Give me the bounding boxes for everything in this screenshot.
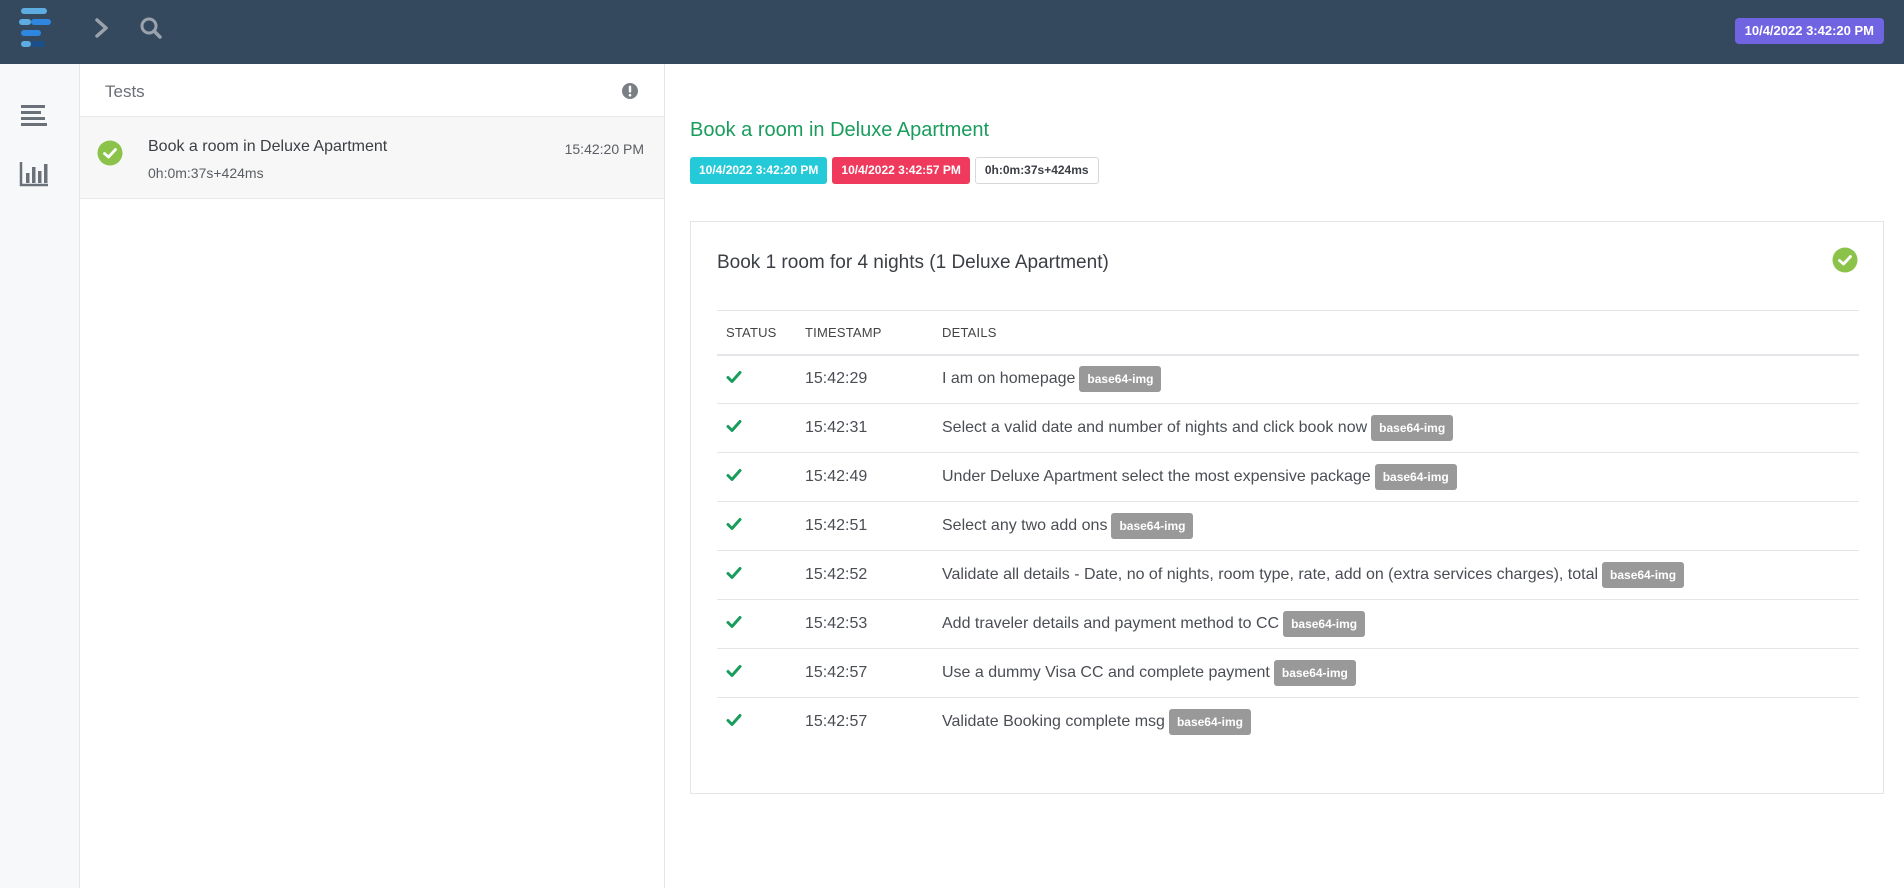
log-row: 15:42:51 Select any two add ons base64-img [717, 501, 1859, 551]
log-timestamp: 15:42:51 [805, 501, 942, 551]
log-details: Add traveler details and payment method … [942, 615, 1280, 633]
node-title: Book 1 room for 4 nights (1 Deluxe Apart… [717, 252, 1109, 273]
check-icon [726, 615, 742, 629]
log-status-cell [717, 403, 805, 453]
log-table-body: 15:42:29 I am on homepage base64-img 15:42:… [717, 354, 1859, 747]
log-row: 15:42:31 Select a valid date and number o… [717, 403, 1859, 453]
screenshot-attachment-badge[interactable]: base64-img [1273, 660, 1356, 686]
log-row: 15:42:57 Use a dummy Visa CC and complete… [717, 648, 1859, 698]
log-details: Select any two add ons [942, 517, 1108, 535]
column-header-timestamp: Timestamp [805, 310, 942, 356]
log-details: Validate all details - Date, no of night… [942, 566, 1599, 584]
log-timestamp: 15:42:29 [805, 354, 942, 404]
log-details: Select a valid date and number of nights… [942, 419, 1368, 437]
log-status-cell [717, 599, 805, 649]
test-node-card: Book 1 room for 4 nights (1 Deluxe Apart… [690, 221, 1884, 794]
log-table-header: Status Timestamp Details [717, 310, 1859, 356]
test-detail: Book a room in Deluxe Apartment 10/4/202… [666, 64, 1904, 888]
column-header-details: Details [942, 310, 1859, 356]
log-table: Status Timestamp Details 15:42:29 I am on… [717, 310, 1859, 747]
test-start-time: 15:42:20 PM [564, 141, 644, 157]
screenshot-attachment-badge[interactable]: base64-img [1111, 513, 1194, 539]
log-timestamp: 15:42:53 [805, 599, 942, 649]
check-icon [726, 419, 742, 433]
check-circle-icon [1832, 247, 1858, 273]
duration-badge: 0h:0m:37s+424ms [974, 157, 1099, 184]
screenshot-attachment-badge[interactable]: base64-img [1374, 464, 1457, 490]
check-icon [726, 566, 742, 580]
test-list-title: Tests [105, 82, 145, 101]
log-status-cell [717, 501, 805, 551]
check-icon [726, 370, 742, 384]
search-icon[interactable] [137, 14, 165, 42]
check-icon [726, 517, 742, 531]
log-timestamp: 15:42:57 [805, 648, 942, 698]
log-details: I am on homepage [942, 370, 1076, 388]
log-row: 15:42:53 Add traveler details and payment… [717, 599, 1859, 649]
log-status-cell [717, 452, 805, 502]
log-details-cell: Select a valid date and number of nights… [942, 403, 1859, 453]
log-row: 15:42:29 I am on homepage base64-img [717, 354, 1859, 404]
log-details-cell: Select any two add ons base64-img [942, 501, 1859, 551]
log-details-cell: Use a dummy Visa CC and complete payment… [942, 648, 1859, 698]
check-icon [726, 468, 742, 482]
test-list-item[interactable]: Book a room in Deluxe Apartment 0h:0m:37… [80, 117, 664, 199]
top-bar: 10/4/2022 3:42:20 PM [0, 0, 1904, 64]
log-status-cell [717, 354, 805, 404]
log-row: 15:42:57 Validate Booking complete msg bas… [717, 698, 1859, 747]
log-details-cell: Add traveler details and payment method … [942, 599, 1859, 649]
check-icon [726, 664, 742, 678]
log-details-cell: Validate all details - Date, no of night… [942, 550, 1859, 600]
log-status-cell [717, 648, 805, 698]
bar-chart-icon[interactable] [19, 160, 49, 188]
list-align-icon[interactable] [19, 101, 49, 129]
test-detail-title: Book a room in Deluxe Apartment [690, 119, 990, 141]
screenshot-attachment-badge[interactable]: base64-img [1371, 415, 1454, 441]
test-list-panel: Tests Book a room in Deluxe Apartment 0h… [80, 64, 665, 888]
test-duration: 0h:0m:37s+424ms [148, 165, 264, 181]
exclamation-circle-icon[interactable] [621, 82, 639, 100]
log-timestamp: 15:42:49 [805, 452, 942, 502]
log-details: Validate Booking complete msg [942, 713, 1165, 731]
log-row: 15:42:52 Validate all details - Date, no … [717, 550, 1859, 600]
chevron-right-icon[interactable] [88, 14, 116, 42]
log-status-cell [717, 698, 805, 747]
log-status-cell [717, 550, 805, 600]
report-date-badge: 10/4/2022 3:42:20 PM [1734, 18, 1884, 44]
log-details: Use a dummy Visa CC and complete payment [942, 664, 1270, 682]
log-row: 15:42:49 Under Deluxe Apartment select th… [717, 452, 1859, 502]
log-details: Under Deluxe Apartment select the most e… [942, 468, 1371, 486]
check-icon [726, 713, 742, 727]
screenshot-attachment-badge[interactable]: base64-img [1079, 366, 1162, 393]
end-time-badge: 10/4/2022 3:42:57 PM [832, 157, 970, 184]
log-details-cell: I am on homepage base64-img [942, 354, 1859, 404]
screenshot-attachment-badge[interactable]: base64-img [1168, 709, 1251, 736]
log-timestamp: 15:42:31 [805, 403, 942, 453]
log-timestamp: 15:42:52 [805, 550, 942, 600]
column-header-status: Status [717, 310, 805, 356]
side-nav [0, 64, 80, 888]
screenshot-attachment-badge[interactable]: base64-img [1283, 611, 1366, 637]
log-timestamp: 15:42:57 [805, 713, 868, 731]
test-name: Book a room in Deluxe Apartment [148, 138, 388, 155]
start-time-badge: 10/4/2022 3:42:20 PM [690, 157, 828, 184]
screenshot-attachment-badge[interactable]: base64-img [1602, 562, 1685, 588]
log-details-cell: Under Deluxe Apartment select the most e… [942, 452, 1859, 502]
extent-logo-icon[interactable] [19, 7, 53, 51]
test-detail-badges: 10/4/2022 3:42:20 PM 10/4/2022 3:42:57 P… [690, 157, 1099, 184]
log-details-cell: Validate Booking complete msg base64-img [942, 698, 1859, 747]
test-list-header: Tests [80, 64, 664, 117]
check-circle-icon [97, 140, 123, 166]
